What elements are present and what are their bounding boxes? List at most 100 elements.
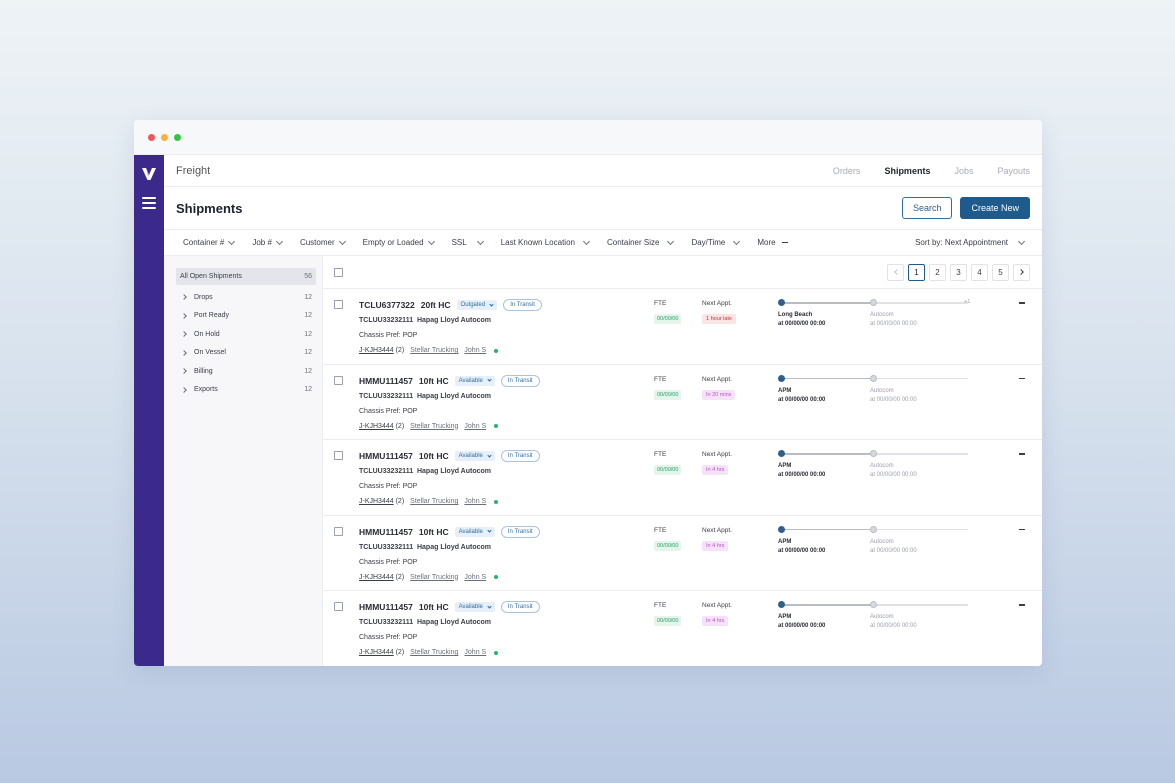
fte-label: FTE: [654, 451, 667, 458]
status-badge[interactable]: Available: [454, 526, 495, 537]
transit-pill: In Transit: [500, 374, 540, 387]
sort-dropdown[interactable]: Sort by: Next Appointment: [915, 237, 1026, 247]
filter-label: Customer: [299, 238, 335, 247]
carrier-link[interactable]: Stellar Trucking: [410, 498, 458, 505]
shipment-row[interactable]: TCLU6377322 20ft HC Outgated In Transit …: [323, 289, 1042, 365]
job-info: J-KJH3444 (2) Stellar Trucking John S: [359, 574, 499, 581]
row-checkbox[interactable]: [334, 602, 343, 611]
sidebar-item-all-open[interactable]: All Open Shipments 56: [176, 268, 316, 285]
tab-payouts[interactable]: Payouts: [985, 166, 1042, 176]
row-checkbox[interactable]: [334, 375, 343, 385]
page-1-button[interactable]: 1: [908, 263, 925, 281]
carrier-link[interactable]: Stellar Trucking: [410, 649, 458, 656]
extra-stops-count[interactable]: +1: [964, 299, 970, 305]
more-dash-icon[interactable]: [1019, 302, 1025, 304]
origin-stop: APM at 00/00/00 00:00: [778, 462, 825, 480]
maximize-window-dot[interactable]: [174, 133, 181, 141]
carrier-link[interactable]: Stellar Trucking: [410, 347, 458, 354]
next-page-button[interactable]: [1013, 263, 1030, 281]
tab-shipments[interactable]: Shipments: [872, 166, 942, 176]
more-dash-icon[interactable]: [1019, 604, 1025, 606]
filter-container-number[interactable]: Container #: [183, 237, 236, 247]
status-badge[interactable]: Available: [454, 375, 495, 386]
row-checkbox[interactable]: [334, 451, 343, 460]
page-3-button[interactable]: 3: [950, 263, 967, 281]
job-link[interactable]: J-KJH3444: [359, 347, 394, 354]
route-stop-icon: [778, 450, 785, 457]
filter-day-time[interactable]: Day/Time: [691, 237, 741, 247]
carrier-link[interactable]: Stellar Trucking: [410, 574, 458, 581]
create-new-button[interactable]: Create New: [960, 197, 1030, 219]
fte-label: FTE: [654, 375, 667, 383]
container-number[interactable]: HMMU111457: [359, 376, 413, 386]
container-number[interactable]: HMMU111457: [359, 602, 413, 612]
destination-time: at 00/00/00 00:00: [870, 472, 917, 478]
driver-link[interactable]: John S: [464, 347, 486, 354]
job-info: J-KJH3444 (2) Stellar Trucking John S: [359, 649, 499, 656]
prev-page-button[interactable]: [887, 263, 904, 281]
filter-more[interactable]: More: [757, 238, 788, 247]
filter-last-known-location[interactable]: Last Known Location: [501, 237, 591, 247]
tab-orders[interactable]: Orders: [821, 166, 873, 176]
route-track-progress: [782, 528, 874, 530]
shipment-row[interactable]: HMMU111457 10ft HC Available In Transit …: [323, 365, 1042, 440]
more-dash-icon[interactable]: [1019, 528, 1025, 530]
job-link[interactable]: J-KJH3444: [359, 649, 394, 656]
page-4-button[interactable]: 4: [971, 263, 988, 281]
sidebar-item-drops[interactable]: Drops 12: [176, 288, 316, 307]
shipment-row[interactable]: HMMU111457 10ft HC Available In Transit …: [323, 440, 1042, 516]
destination-name: Autocom: [870, 614, 894, 620]
driver-link[interactable]: John S: [464, 574, 486, 581]
job-link[interactable]: J-KJH3444: [359, 574, 394, 581]
shipment-row[interactable]: HMMU111457 10ft HC Available In Transit …: [323, 516, 1042, 591]
close-window-dot[interactable]: [148, 133, 155, 141]
hamburger-menu-icon[interactable]: [142, 197, 156, 209]
status-badge[interactable]: Available: [454, 602, 495, 612]
sidebar-item-on-vessel[interactable]: On Vessel 12: [176, 344, 316, 363]
transit-pill: In Transit: [503, 299, 542, 311]
sidebar-item-billing[interactable]: Billing 12: [176, 362, 316, 381]
v-logo-icon[interactable]: [142, 167, 156, 181]
driver-link[interactable]: John S: [464, 423, 486, 430]
chevron-down-icon: [733, 237, 741, 245]
row-checkbox[interactable]: [334, 300, 343, 309]
sidebar-item-on-hold[interactable]: On Hold 12: [176, 325, 316, 344]
shipment-row[interactable]: HMMU111457 10ft HC Available In Transit …: [323, 591, 1042, 666]
filter-ssl[interactable]: SSL: [452, 237, 484, 247]
filter-container-size[interactable]: Container Size: [607, 237, 675, 247]
status-badge[interactable]: Outgated: [456, 300, 498, 310]
job-count: (2): [395, 422, 405, 430]
job-link[interactable]: J-KJH3444: [359, 498, 394, 505]
container-number[interactable]: TCLU6377322: [359, 300, 415, 310]
more-dash-icon[interactable]: [1019, 453, 1025, 455]
chevron-down-icon: [476, 237, 484, 245]
driver-link[interactable]: John S: [464, 498, 486, 505]
chevron-down-icon: [275, 237, 283, 245]
more-dash-icon[interactable]: [1019, 377, 1025, 379]
sidebar-item-port-ready[interactable]: Port Ready 12: [176, 307, 316, 326]
page-5-button[interactable]: 5: [992, 263, 1009, 281]
search-button[interactable]: Search: [901, 197, 953, 219]
origin-stop: Long Beach at 00/00/00 00:00: [778, 311, 825, 329]
online-dot-icon: [494, 650, 499, 655]
window-titlebar: [134, 120, 1042, 155]
container-number[interactable]: HMMU111457: [359, 451, 413, 461]
filter-job-number[interactable]: Job #: [252, 237, 283, 247]
status-badge[interactable]: Available: [454, 451, 495, 461]
sidebar-item-label: Exports: [194, 386, 218, 394]
chassis-pref: Chassis Pref: POP: [359, 558, 418, 566]
row-checkbox[interactable]: [334, 526, 343, 536]
tab-jobs[interactable]: Jobs: [942, 166, 985, 176]
minimize-window-dot[interactable]: [161, 133, 168, 141]
filter-empty-or-loaded[interactable]: Empty or Loaded: [363, 237, 435, 247]
carrier-link[interactable]: Stellar Trucking: [410, 423, 458, 430]
job-reference: J-KJH3444 (2): [359, 574, 404, 581]
driver-link[interactable]: John S: [464, 649, 486, 656]
sidebar-item-exports[interactable]: Exports 12: [176, 381, 316, 400]
container-number[interactable]: HMMU111457: [359, 527, 413, 537]
fte-date-chip: 00/00/00: [654, 314, 682, 324]
select-all-checkbox[interactable]: [334, 267, 343, 277]
job-link[interactable]: J-KJH3444: [359, 423, 394, 430]
page-2-button[interactable]: 2: [929, 263, 946, 281]
filter-customer[interactable]: Customer: [299, 237, 346, 247]
